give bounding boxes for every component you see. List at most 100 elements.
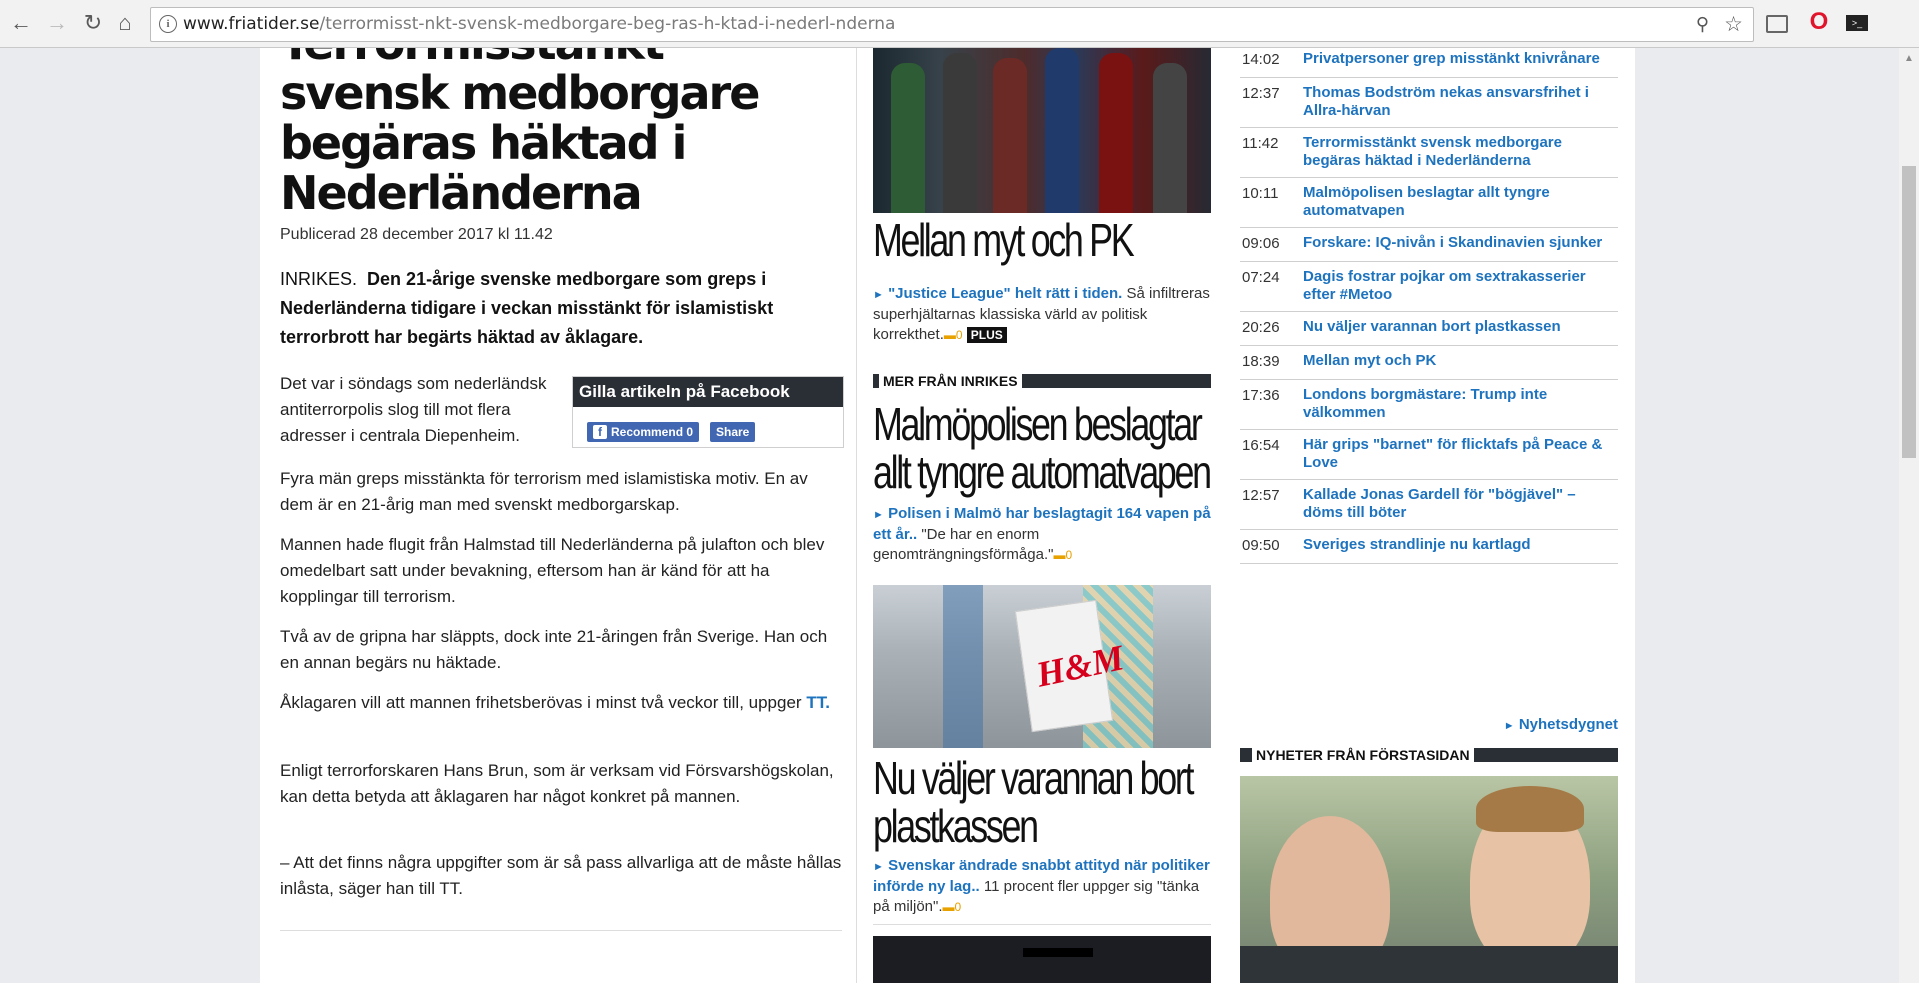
news-item[interactable]: 09:50 Sveriges strandlinje nu kartlagd bbox=[1240, 530, 1618, 564]
url-text[interactable]: www.friatider.se/terrormisst-nkt-svensk-… bbox=[183, 14, 895, 34]
news-time: 17:36 bbox=[1242, 387, 1280, 404]
section-header: NYHETER FRÅN FÖRSTASIDAN bbox=[1240, 746, 1618, 764]
news-link[interactable]: Londons borgmästare: Trump inte välkomme… bbox=[1303, 386, 1618, 422]
more-news-link[interactable]: ► Nyhetsdygnet bbox=[1504, 716, 1618, 733]
browser-toolbar: ← → ↻ ⌂ i www.friatider.se/terrormisst-n… bbox=[0, 0, 1919, 48]
info-icon[interactable]: i bbox=[159, 15, 177, 33]
news-link[interactable]: Malmöpolisen beslagtar allt tyngre autom… bbox=[1303, 184, 1618, 220]
section-label: MER FRÅN INRIKES bbox=[873, 372, 1022, 390]
arrow-icon: ► bbox=[873, 509, 884, 521]
news-item[interactable]: 11:42 Terrormisstänkt svensk medborgare b… bbox=[1240, 128, 1618, 178]
source-link[interactable]: TT. bbox=[806, 693, 830, 712]
scrollbar[interactable]: ▲ bbox=[1899, 48, 1919, 983]
home-icon[interactable]: ⌂ bbox=[112, 10, 138, 36]
news-link[interactable]: Dagis fostrar pojkar om sextrakasserier … bbox=[1303, 268, 1618, 304]
paragraph-text: Åklagaren vill att mannen frihetsberövas… bbox=[280, 693, 802, 712]
comment-icon[interactable]: ▬ bbox=[1053, 548, 1065, 562]
story-teaser: ► Svenskar ändrade snabbt attityd när po… bbox=[873, 856, 1211, 917]
comment-count[interactable]: 0 bbox=[1065, 548, 1072, 562]
news-item[interactable]: 09:06 Forskare: IQ-nivån i Skandinavien s… bbox=[1240, 228, 1618, 262]
story-image[interactable] bbox=[873, 936, 1211, 983]
facebook-share-button[interactable]: Share bbox=[710, 422, 756, 442]
front-page-photo[interactable] bbox=[1240, 776, 1618, 983]
comment-count[interactable]: 0 bbox=[955, 900, 962, 914]
facebook-widget: Gilla artikeln på Facebook f Recommend 0 … bbox=[572, 376, 844, 448]
news-link[interactable]: Terrormisstänkt svensk medborgare begära… bbox=[1303, 134, 1618, 170]
section-label: NYHETER FRÅN FÖRSTASIDAN bbox=[1240, 746, 1474, 764]
address-bar[interactable]: i www.friatider.se/terrormisst-nkt-svens… bbox=[150, 7, 1754, 42]
facebook-icon: f bbox=[593, 425, 607, 439]
news-item[interactable]: 18:39 Mellan myt och PK bbox=[1240, 346, 1618, 380]
shopping-bag-image[interactable]: H&M bbox=[873, 585, 1211, 748]
recommend-label: Recommend 0 bbox=[611, 425, 694, 439]
news-time: 16:54 bbox=[1242, 437, 1280, 454]
news-item[interactable]: 10:11 Malmöpolisen beslagtar allt tyngre … bbox=[1240, 178, 1618, 228]
news-item[interactable]: 14:02 Privatpersoner grep misstänkt knivr… bbox=[1240, 48, 1618, 78]
url-path: /terrormisst-nkt-svensk-medborgare-beg-r… bbox=[319, 14, 896, 34]
paragraph: Fyra män greps misstänkta för terrorism … bbox=[280, 469, 808, 514]
story-teaser: ► "Justice League" helt rätt i tiden. Så… bbox=[873, 284, 1211, 345]
news-time: 10:11 bbox=[1242, 185, 1279, 202]
cast-icon[interactable] bbox=[1766, 15, 1788, 33]
news-time: 09:06 bbox=[1242, 235, 1280, 252]
news-time: 12:37 bbox=[1242, 85, 1280, 102]
arrow-icon: ► bbox=[1503, 720, 1515, 732]
comment-icon[interactable]: ▬ bbox=[944, 328, 956, 342]
news-link[interactable]: Kallade Jonas Gardell för "bögjävel" – d… bbox=[1303, 486, 1618, 522]
paragraph: Enligt terrorforskaren Hans Brun, som är… bbox=[280, 761, 834, 806]
news-link[interactable]: Nu väljer varannan bort plastkassen bbox=[1303, 318, 1618, 336]
webpage: Terrormisstänkt svensk medborgare begära… bbox=[260, 48, 1635, 983]
bookmark-star-icon[interactable]: ☆ bbox=[1724, 12, 1743, 37]
news-item[interactable]: 07:24 Dagis fostrar pojkar om sextrakasse… bbox=[1240, 262, 1618, 312]
news-item[interactable]: 20:26 Nu väljer varannan bort plastkassen bbox=[1240, 312, 1618, 346]
terminal-extension-icon[interactable]: >_ bbox=[1846, 15, 1868, 31]
news-link[interactable]: Mellan myt och PK bbox=[1303, 352, 1618, 370]
back-arrow-icon[interactable]: ← bbox=[8, 10, 34, 36]
reload-icon[interactable]: ↻ bbox=[80, 10, 106, 36]
news-time: 14:02 bbox=[1242, 51, 1280, 68]
story-title[interactable]: Malmöpolisen beslagtar allt tyngre autom… bbox=[873, 400, 1212, 496]
article-headline: Terrormisstänkt svensk medborgare begära… bbox=[280, 48, 760, 220]
story-teaser: ► Polisen i Malmö har beslagtagit 164 va… bbox=[873, 504, 1211, 565]
news-link[interactable]: Forskare: IQ-nivån i Skandinavien sjunke… bbox=[1303, 234, 1618, 252]
forward-arrow-icon[interactable]: → bbox=[44, 10, 70, 36]
divider bbox=[873, 924, 1211, 925]
comment-icon[interactable]: ▬ bbox=[943, 900, 955, 914]
more-news-label: Nyhetsdygnet bbox=[1518, 716, 1618, 733]
paragraph: Åklagaren vill att mannen frihetsberövas… bbox=[280, 690, 842, 716]
news-time: 12:57 bbox=[1242, 487, 1280, 504]
article-lead: INRIKES. Den 21-årige svenske medborgare… bbox=[280, 265, 842, 352]
story-title[interactable]: Nu väljer varannan bort plastkassen bbox=[873, 754, 1211, 850]
news-time: 09:50 bbox=[1242, 537, 1280, 554]
comment-count[interactable]: 0 bbox=[956, 328, 963, 342]
news-item[interactable]: 17:36 Londons borgmästare: Trump inte väl… bbox=[1240, 380, 1618, 430]
news-item[interactable]: 12:37 Thomas Bodström nekas ansvarsfrihet… bbox=[1240, 78, 1618, 128]
column-divider bbox=[856, 48, 857, 983]
arrow-icon: ► bbox=[873, 289, 884, 301]
divider bbox=[280, 930, 842, 931]
news-link[interactable]: Sveriges strandlinje nu kartlagd bbox=[1303, 536, 1618, 554]
news-link[interactable]: Thomas Bodström nekas ansvarsfrihet i Al… bbox=[1303, 84, 1618, 120]
news-time: 20:26 bbox=[1242, 319, 1280, 336]
paragraph: – Att det finns några uppgifter som är s… bbox=[280, 853, 842, 898]
story-link[interactable]: "Justice League" helt rätt i tiden. bbox=[888, 285, 1122, 302]
facebook-recommend-button[interactable]: f Recommend 0 bbox=[587, 422, 700, 442]
news-time: 11:42 bbox=[1242, 135, 1279, 152]
news-link[interactable]: Här grips "barnet" för flicktafs på Peac… bbox=[1303, 436, 1618, 472]
scrollbar-thumb[interactable] bbox=[1902, 166, 1916, 458]
paragraph: Det var i söndags som nederländsk antite… bbox=[280, 374, 547, 445]
opera-icon[interactable]: O bbox=[1806, 10, 1832, 35]
justice-league-image[interactable] bbox=[873, 48, 1211, 213]
url-host: www.friatider.se bbox=[183, 14, 320, 34]
news-link[interactable]: Privatpersoner grep misstänkt knivrånare bbox=[1303, 50, 1618, 68]
publish-date: Publicerad 28 december 2017 kl 11.42 bbox=[280, 226, 553, 243]
story-title[interactable]: Mellan myt och PK bbox=[873, 216, 1211, 264]
news-list: 14:02 Privatpersoner grep misstänkt knivr… bbox=[1240, 48, 1618, 564]
paragraph: Mannen hade flugit från Halmstad till Ne… bbox=[280, 535, 825, 606]
scroll-up-icon[interactable]: ▲ bbox=[1904, 53, 1914, 64]
news-item[interactable]: 12:57 Kallade Jonas Gardell för "bögjävel… bbox=[1240, 480, 1618, 530]
news-time: 07:24 bbox=[1242, 269, 1280, 286]
paragraph: Två av de gripna har släppts, dock inte … bbox=[280, 627, 828, 672]
zoom-icon[interactable]: ⚲ bbox=[1696, 14, 1709, 35]
news-item[interactable]: 16:54 Här grips "barnet" för flicktafs på… bbox=[1240, 430, 1618, 480]
